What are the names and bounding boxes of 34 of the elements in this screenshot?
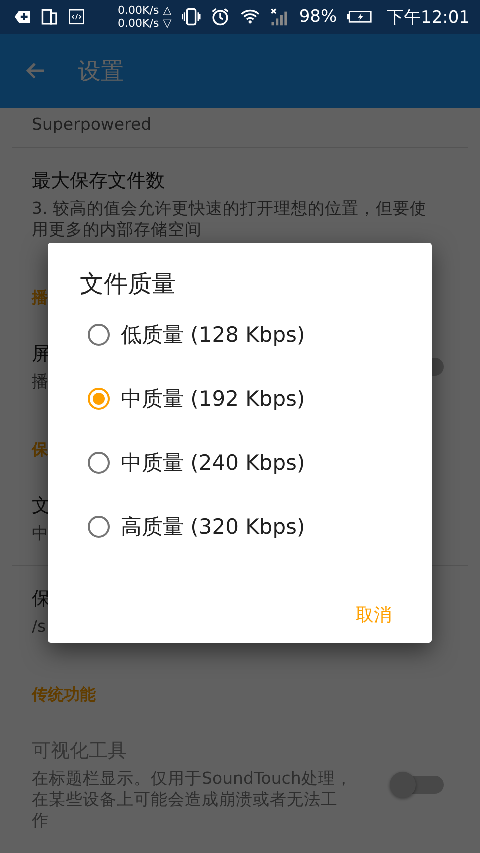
clock-time: 下午12:01 <box>387 6 470 28</box>
option-label[interactable]: 中质量 (192 Kbps) <box>121 385 306 413</box>
option-label[interactable]: 高质量 (320 Kbps) <box>121 513 306 541</box>
setting-summary: /s <box>32 616 46 637</box>
setting-summary: Superpowered <box>32 114 152 135</box>
section-header: 传统功能 <box>32 684 96 706</box>
setting-summary: 中 <box>32 523 49 544</box>
upload-speed: 0.00K/s <box>118 4 160 17</box>
option-label[interactable]: 中质量 (240 Kbps) <box>121 449 306 477</box>
code-icon <box>68 8 84 26</box>
upload-arrow: △ <box>163 4 172 17</box>
option-label[interactable]: 低质量 (128 Kbps) <box>121 321 306 349</box>
radio-button[interactable] <box>88 452 110 474</box>
setting-title: 文 <box>32 494 51 519</box>
setting-title: 保 <box>32 587 51 612</box>
setting-summary: 3. 较高的值会允许更快速的打开理想的位置，但要使用更多的内部存储空间 <box>32 198 428 240</box>
setting-title: 最大保存文件数 <box>32 169 165 194</box>
section-header: 播 <box>32 287 48 309</box>
radio-button[interactable] <box>88 516 110 538</box>
download-arrow: ▽ <box>163 17 172 30</box>
devices-icon <box>41 7 58 27</box>
add-tag-icon <box>14 9 32 25</box>
radio-button[interactable] <box>88 388 110 410</box>
screen-title: 设置 <box>78 58 124 86</box>
setting-summary: 播 <box>32 371 49 392</box>
signal-icon <box>270 6 290 28</box>
battery-charging-icon <box>347 9 373 25</box>
alarm-icon <box>210 6 230 28</box>
dialog-title: 文件质量 <box>79 269 177 300</box>
section-header: 保 <box>32 439 48 461</box>
vibrate-icon <box>182 7 201 27</box>
radio-button[interactable] <box>88 324 110 346</box>
download-speed: 0.00K/s <box>118 17 160 30</box>
battery-percent: 98% <box>299 7 338 27</box>
